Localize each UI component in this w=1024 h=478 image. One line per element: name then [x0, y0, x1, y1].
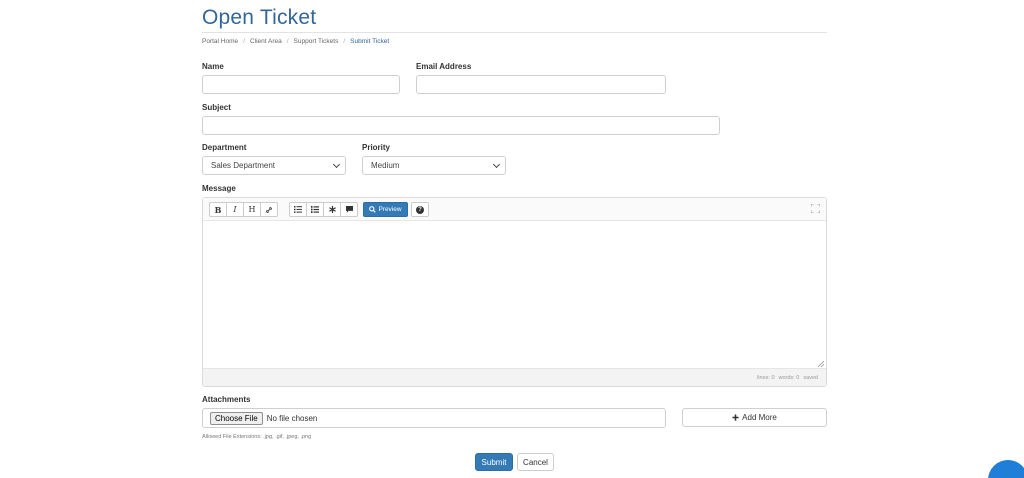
fullscreen-icon[interactable] — [811, 204, 820, 213]
breadcrumb-separator: / — [286, 38, 289, 45]
priority-select[interactable]: Medium — [362, 156, 506, 175]
add-more-button[interactable]: Add More — [682, 408, 827, 427]
breadcrumb: Portal Home / Client Area / Support Tick… — [202, 38, 389, 45]
breadcrumb-separator: / — [243, 38, 245, 45]
file-input[interactable]: Choose File No file chosen — [202, 408, 666, 428]
allowed-extensions-text: Allowed File Extensions: .jpg, .gif, .jp… — [202, 434, 312, 440]
line-count: lines: 0 — [757, 374, 775, 381]
markdown-editor: B I H Preview ? lines: 0 words: 0 saved — [202, 197, 827, 387]
format-button-group: B I H — [209, 202, 278, 217]
help-button[interactable]: ? — [411, 202, 429, 217]
submit-button[interactable]: Submit — [475, 453, 513, 471]
page-title: Open Ticket — [202, 6, 317, 29]
subject-label: Subject — [202, 103, 231, 112]
chat-icon — [988, 460, 1024, 478]
heading-button[interactable]: H — [243, 202, 261, 217]
unordered-list-button[interactable] — [289, 202, 307, 217]
chevron-down-icon — [492, 160, 501, 169]
chat-widget-button[interactable] — [988, 460, 1024, 478]
search-icon — [369, 206, 377, 213]
editor-statusbar: lines: 0 words: 0 saved — [203, 368, 826, 386]
code-icon — [328, 206, 336, 213]
word-count: words: 0 — [778, 374, 800, 381]
quote-icon — [345, 206, 353, 213]
italic-button[interactable]: I — [226, 202, 244, 217]
name-input[interactable] — [202, 75, 400, 94]
breadcrumb-client-area[interactable]: Client Area — [250, 38, 282, 45]
breadcrumb-support-tickets[interactable]: Support Tickets — [294, 38, 339, 45]
breadcrumb-separator: / — [343, 38, 346, 45]
code-button[interactable] — [323, 202, 341, 217]
department-label: Department — [202, 143, 247, 152]
priority-selected-value: Medium — [371, 161, 400, 170]
breadcrumb-portal-home[interactable]: Portal Home — [202, 38, 238, 45]
list-button-group — [289, 202, 358, 217]
bold-button[interactable]: B — [209, 202, 227, 217]
preview-button[interactable]: Preview — [363, 202, 408, 217]
email-input[interactable] — [416, 75, 666, 94]
unordered-list-icon — [294, 206, 302, 213]
resize-handle-icon[interactable] — [818, 361, 824, 367]
link-button[interactable] — [260, 202, 278, 217]
department-select[interactable]: Sales Department — [202, 156, 346, 175]
department-selected-value: Sales Department — [211, 161, 276, 170]
attachments-label: Attachments — [202, 395, 251, 404]
plus-icon — [732, 414, 739, 421]
title-divider — [202, 32, 827, 33]
quote-button[interactable] — [340, 202, 358, 217]
chevron-down-icon — [332, 160, 341, 169]
file-status-text: No file chosen — [266, 413, 318, 423]
save-status: saved — [803, 374, 818, 381]
priority-label: Priority — [362, 143, 391, 152]
question-circle-icon: ? — [416, 205, 424, 214]
ordered-list-icon — [311, 206, 319, 213]
message-label: Message — [202, 184, 236, 193]
choose-file-button[interactable]: Choose File — [210, 411, 263, 425]
link-icon — [266, 206, 272, 213]
editor-toolbar: B I H Preview ? — [203, 198, 826, 221]
ordered-list-button[interactable] — [306, 202, 324, 217]
breadcrumb-submit-ticket: Submit Ticket — [350, 38, 390, 45]
add-more-label: Add More — [742, 413, 777, 422]
cancel-button[interactable]: Cancel — [517, 453, 554, 471]
subject-input[interactable] — [202, 116, 720, 135]
name-label: Name — [202, 62, 224, 71]
preview-label: Preview — [378, 206, 402, 213]
email-label: Email Address — [416, 62, 472, 71]
message-textarea[interactable] — [203, 221, 826, 369]
